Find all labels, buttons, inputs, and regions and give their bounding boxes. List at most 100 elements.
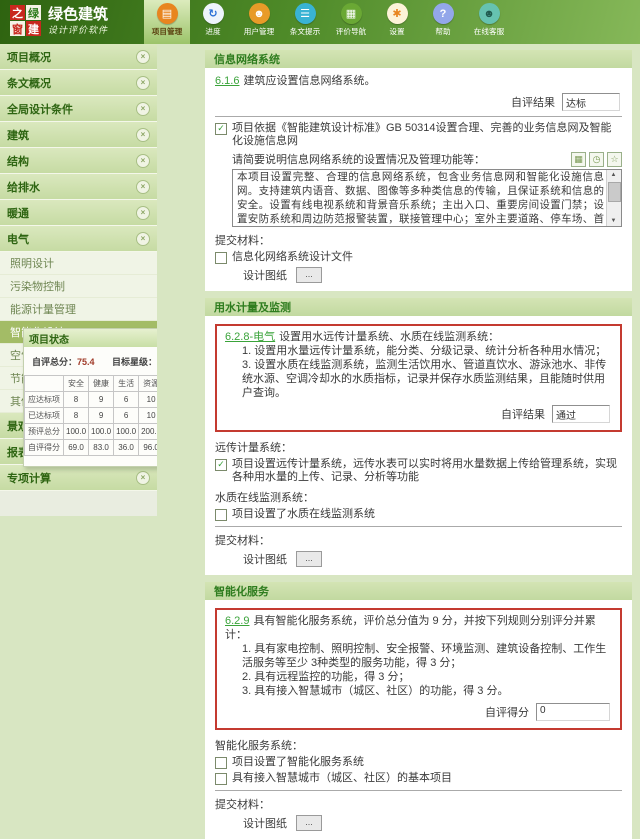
group-label: 项目概况 xyxy=(7,51,51,64)
toolbar-user-management[interactable]: ☻ 用户管理 xyxy=(236,0,282,44)
checkbox-row-intelligent-service[interactable]: 项目设置了智能化服务系统 xyxy=(215,756,622,769)
group-label: 电气 xyxy=(7,233,29,246)
browse-button[interactable]: ... xyxy=(296,551,322,567)
book-icon: ▦ xyxy=(340,3,362,24)
sidebar-group-architecture[interactable]: 建筑 × xyxy=(0,122,157,148)
remote-metering-label: 远传计量系统： xyxy=(215,442,292,454)
score-value-box[interactable]: 0 xyxy=(536,703,610,721)
toolbar-help[interactable]: ? 帮助 xyxy=(420,0,466,44)
collapse-icon[interactable]: × xyxy=(136,179,150,194)
scroll-up-icon[interactable]: ▲ xyxy=(607,170,620,180)
row-label: 预评总分 xyxy=(24,423,64,440)
toolbar-evaluation-nav[interactable]: ▦ 评价导航 xyxy=(328,0,374,44)
collapse-icon[interactable]: × xyxy=(136,75,150,90)
sidebar-group-clause-overview[interactable]: 条文概况 × xyxy=(0,70,157,96)
toolbar-progress[interactable]: ↻ 进度 xyxy=(190,0,236,44)
result-value-box[interactable]: 达标 xyxy=(562,93,620,111)
section-header: 智能化服务 xyxy=(205,582,632,600)
textarea-scrollbar[interactable]: ▲ ▼ xyxy=(606,170,621,226)
section-title: 用水计量及监测 xyxy=(214,302,291,314)
section-title: 信息网络系统 xyxy=(214,54,280,66)
sidebar-group-hvac[interactable]: 暖通 × xyxy=(0,200,157,226)
group-label: 建筑 xyxy=(7,129,29,142)
cell: 100.0 xyxy=(62,423,90,440)
row-label: 自评得分 xyxy=(24,439,64,456)
collapse-icon[interactable]: × xyxy=(136,127,150,142)
checkbox-unchecked-icon[interactable] xyxy=(215,252,227,264)
clause-item-2: 3. 设置水质在线监测系统，监测生活饮用水、管道直饮水、游泳池水、非传统水源、空… xyxy=(242,359,607,399)
history-icon[interactable]: ◷ xyxy=(589,151,604,167)
clause-text: 设置用水远传计量系统、水质在线监测系统： xyxy=(279,331,500,343)
result-label: 自评结果 xyxy=(511,97,555,109)
checkbox-checked-icon[interactable]: ✓ xyxy=(215,123,227,135)
logo-char: 绿 xyxy=(26,5,41,20)
checkbox-unchecked-icon[interactable] xyxy=(215,509,227,521)
description-textarea[interactable]: 本项目设置完整、合理的信息网络系统，包含业务信息网和智能化设施信息网。支持建筑内… xyxy=(232,169,622,227)
section-body: 6.1.6 建筑应设置信息网络系统。 自评结果 达标 ✓ 项目依据《智能建筑设计标… xyxy=(205,68,632,291)
self-eval-result-row: 自评结果 达标 xyxy=(217,93,620,111)
sidebar-item-lighting-design[interactable]: 照明设计 xyxy=(0,252,157,275)
clause-text: 具有智能化服务系统，评价总分值为 9 分，并按下列规则分别评分并累计： xyxy=(225,615,596,641)
sidebar-group-special-calculation[interactable]: 专项计算 × xyxy=(0,465,157,491)
toolbar-project-management[interactable]: ▤ 项目管理 xyxy=(144,0,190,44)
favorite-icon[interactable]: ☆ xyxy=(607,151,622,167)
toolbar-online-support[interactable]: ☻ 在线客服 xyxy=(466,0,512,44)
sidebar-item-pollution-control[interactable]: 污染物控制 xyxy=(0,275,157,298)
clause-item-2: 2. 具有远程监控的功能，得 3 分； xyxy=(242,671,410,683)
toolbar-clause-tips[interactable]: ☰ 条文提示 xyxy=(282,0,328,44)
users-icon: ☻ xyxy=(248,3,270,24)
clause-number-link[interactable]: 6.1.6 xyxy=(215,75,239,87)
collapse-icon[interactable]: × xyxy=(136,153,150,168)
divider xyxy=(215,526,622,527)
clause-6-2-8: 6.2.8-电气 设置用水远传计量系统、水质在线监测系统： xyxy=(225,330,612,344)
clause-number-link[interactable]: 6.2.9 xyxy=(225,615,249,627)
cell: 9 xyxy=(88,407,115,424)
checkbox-row-remote-metering[interactable]: ✓ 项目设置远传计量系统，远传水表可以实时将用水量数据上传给管理系统，实现各种用… xyxy=(215,458,622,484)
section-header: 信息网络系统 xyxy=(205,50,632,68)
save-icon[interactable]: ▦ xyxy=(571,151,586,167)
clause-number-link[interactable]: 6.2.8-电气 xyxy=(225,331,275,343)
sidebar-group-global-design-conditions[interactable]: 全局设计条件 × xyxy=(0,96,157,122)
browse-button[interactable]: ... xyxy=(296,815,322,831)
toolbar-label: 设置 xyxy=(389,27,405,36)
checkbox-checked-icon[interactable]: ✓ xyxy=(215,459,227,471)
checkbox-row-water-quality[interactable]: 项目设置了水质在线监测系统 xyxy=(215,508,622,521)
group-label: 条文概况 xyxy=(7,77,51,90)
logo-char: 之 xyxy=(10,5,25,20)
logo-char: 建 xyxy=(26,21,41,36)
sidebar-group-structure[interactable]: 结构 × xyxy=(0,148,157,174)
drawing-label: 设计图纸 xyxy=(243,554,287,566)
logo-char: 窗 xyxy=(10,21,25,36)
sidebar-group-electrical[interactable]: 电气 × xyxy=(0,226,157,252)
checkbox-row-network-standard[interactable]: ✓ 项目依据《智能建筑设计标准》GB 50314设置合理、完善的业务信息网及智能… xyxy=(215,122,622,148)
checkbox-label: 项目依据《智能建筑设计标准》GB 50314设置合理、完善的业务信息网及智能化设… xyxy=(232,122,612,147)
checkbox-unchecked-icon[interactable] xyxy=(215,773,227,785)
app-header: 之 绿 窗 建 绿色建筑 设计评价软件 ▤ 项目管理 ↻ 进度 ☻ 用户管理 ☰… xyxy=(0,0,640,44)
collapse-icon[interactable]: × xyxy=(136,49,150,64)
sidebar-group-project-overview[interactable]: 项目概况 × xyxy=(0,44,157,70)
textarea-value: 本项目设置完整、合理的信息网络系统，包含业务信息网和智能化设施信息网。支持建筑内… xyxy=(237,171,604,225)
main-content: 信息网络系统 6.1.6 建筑应设置信息网络系统。 自评结果 达标 ✓ 项目依据《… xyxy=(157,44,640,839)
collapse-icon[interactable]: × xyxy=(136,470,150,485)
sidebar-item-energy-metering[interactable]: 能源计量管理 xyxy=(0,298,157,321)
collapse-icon[interactable]: × xyxy=(136,205,150,220)
logo-text: 绿色建筑 设计评价软件 xyxy=(48,6,108,36)
checkbox-row-smart-city[interactable]: 具有接入智慧城市（城区、社区）的基本项目 xyxy=(215,772,622,785)
browse-button[interactable]: ... xyxy=(296,267,322,283)
collapse-icon[interactable]: × xyxy=(136,101,150,116)
toolbar-label: 项目管理 xyxy=(151,27,183,36)
scrollbar-thumb[interactable] xyxy=(608,182,621,202)
collapse-icon[interactable]: × xyxy=(136,231,150,246)
checkbox-label: 项目设置了智能化服务系统 xyxy=(232,756,364,768)
cell: 69.0 xyxy=(62,439,90,456)
checkbox-row-network-design-file[interactable]: 信息化网络系统设计文件 xyxy=(215,251,622,264)
result-value-box[interactable]: 通过 xyxy=(552,405,610,423)
checkbox-unchecked-icon[interactable] xyxy=(215,757,227,769)
cell: 6 xyxy=(113,391,140,408)
toolbar-label: 用户管理 xyxy=(243,27,275,36)
toolbar-label: 评价导航 xyxy=(335,27,367,36)
checkbox-label: 具有接入智慧城市（城区、社区）的基本项目 xyxy=(232,772,452,784)
sidebar-group-plumbing[interactable]: 给排水 × xyxy=(0,174,157,200)
scroll-down-icon[interactable]: ▼ xyxy=(607,216,620,226)
toolbar-settings[interactable]: ✱ 设置 xyxy=(374,0,420,44)
